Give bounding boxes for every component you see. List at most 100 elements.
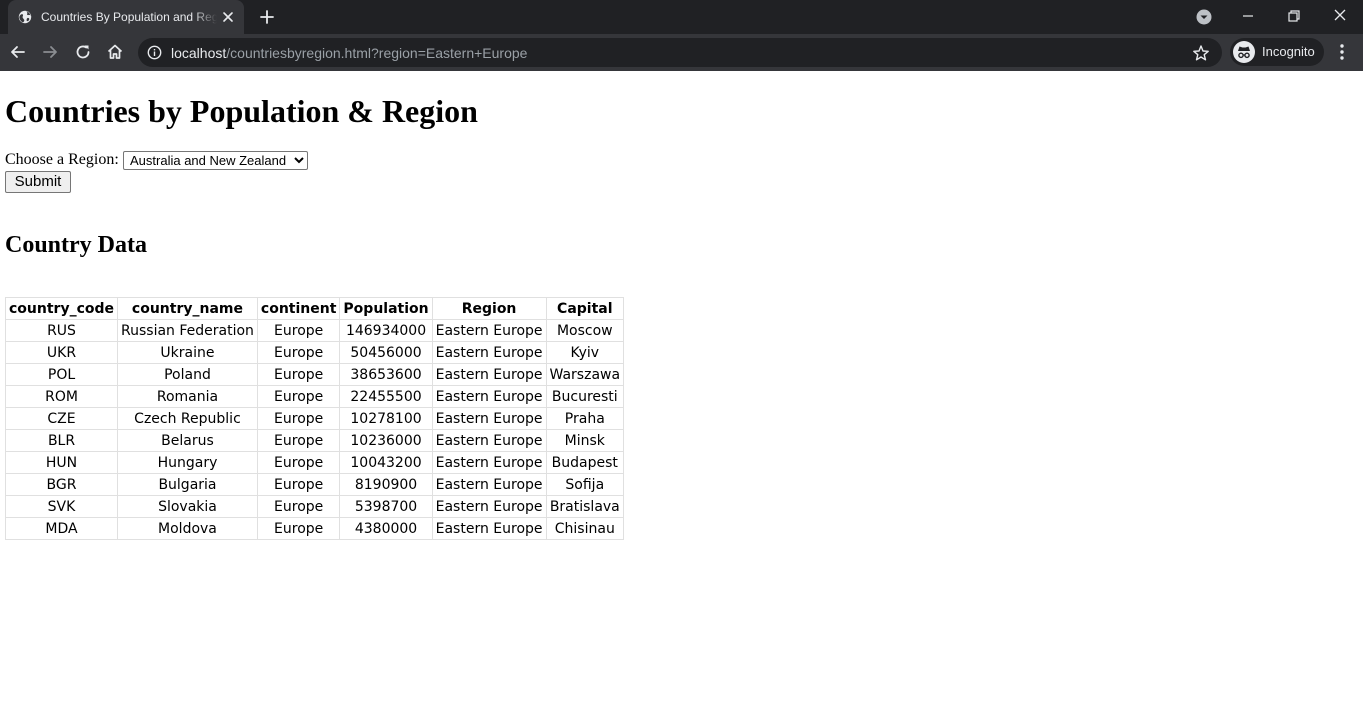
column-header: country_name [117, 297, 258, 320]
table-cell: Hungary [117, 451, 258, 474]
reload-icon[interactable] [73, 42, 93, 62]
table-cell: Russian Federation [117, 319, 258, 342]
table-cell: Warszawa [545, 363, 625, 386]
column-header: Capital [545, 297, 625, 320]
table-row: ROM Romania Europe 22455500 Eastern Europe Bu… [4, 385, 625, 408]
table-row: POL Poland Europe 38653600 Eastern Europe War… [4, 363, 625, 386]
table-cell: 22455500 [339, 385, 433, 408]
table-cell: Eastern Europe [431, 341, 547, 364]
table-cell: Eastern Europe [431, 363, 547, 386]
table-cell: Poland [117, 363, 258, 386]
table-cell: Eastern Europe [431, 385, 547, 408]
arrow-right-icon[interactable] [40, 42, 60, 62]
table-cell: Slovakia [117, 495, 258, 518]
table-cell: SVK [4, 495, 119, 518]
table-cell: 10278100 [339, 407, 433, 430]
info-icon[interactable] [147, 45, 162, 60]
table-cell: Bulgaria [117, 473, 258, 496]
globe-icon [18, 10, 32, 24]
table-cell: 10236000 [339, 429, 433, 452]
table-cell: POL [4, 363, 119, 386]
table-cell: Praha [545, 407, 625, 430]
url-path: /countriesbyregion.html?region=Eastern+E… [226, 45, 528, 61]
table-cell: RUS [4, 319, 119, 342]
table-cell: CZE [4, 407, 119, 430]
country-data-table: country_code country_name continent Popu… [4, 297, 625, 540]
table-row: UKR Ukraine Europe 50456000 Eastern Europe Ky… [4, 341, 625, 364]
region-label: Choose a Region: [5, 151, 119, 168]
table-cell: Ukraine [117, 341, 258, 364]
table-cell: Kyiv [545, 341, 625, 364]
kebab-menu-icon[interactable] [1333, 42, 1351, 62]
table-cell: Bratislava [545, 495, 625, 518]
table-cell: Chisinau [545, 517, 625, 540]
table-header-row: country_code country_name continent Popu… [4, 297, 625, 320]
home-icon[interactable] [105, 42, 125, 62]
browser-toolbar: localhost/countriesbyregion.html?region=… [0, 34, 1363, 71]
browser-tabstrip: Countries By Population and Region [0, 0, 1363, 34]
minimize-icon[interactable] [1238, 6, 1258, 26]
table-row: CZE Czech Republic Europe 10278100 Eastern E… [4, 407, 625, 430]
table-cell: Europe [256, 451, 341, 474]
table-cell: Moldova [117, 517, 258, 540]
table-cell: Eastern Europe [431, 319, 547, 342]
table-cell: BGR [4, 473, 119, 496]
close-icon[interactable] [221, 10, 235, 24]
table-cell: Minsk [545, 429, 625, 452]
table-cell: Eastern Europe [431, 429, 547, 452]
browser-tab[interactable]: Countries By Population and Region [8, 0, 244, 34]
table-row: SVK Slovakia Europe 5398700 Eastern Europe Br… [4, 495, 625, 518]
table-cell: MDA [4, 517, 119, 540]
incognito-label: Incognito [1262, 44, 1315, 59]
plus-icon[interactable] [258, 8, 276, 26]
restore-icon[interactable] [1284, 6, 1304, 26]
incognito-chip[interactable]: Incognito [1230, 38, 1324, 66]
table-cell: Eastern Europe [431, 407, 547, 430]
column-header: continent [256, 297, 341, 320]
table-row: MDA Moldova Europe 4380000 Eastern Europe Chi… [4, 517, 625, 540]
table-row: HUN Hungary Europe 10043200 Eastern Europe Bu… [4, 451, 625, 474]
star-icon[interactable] [1192, 44, 1210, 62]
table-cell: Moscow [545, 319, 625, 342]
table-cell: Bucuresti [545, 385, 625, 408]
table-row: BLR Belarus Europe 10236000 Eastern Europe Mi… [4, 429, 625, 452]
table-cell: 38653600 [339, 363, 433, 386]
column-header: Region [431, 297, 547, 320]
table-cell: Europe [256, 385, 341, 408]
table-cell: Europe [256, 473, 341, 496]
arrow-left-icon[interactable] [8, 42, 28, 62]
page-title: Countries by Population & Region [5, 93, 478, 129]
table-cell: Eastern Europe [431, 517, 547, 540]
table-cell: Europe [256, 407, 341, 430]
table-body: RUS Russian Federation Europe 146934000 East… [4, 319, 625, 540]
table-cell: Europe [256, 495, 341, 518]
table-cell: Europe [256, 319, 341, 342]
window-close-icon[interactable] [1330, 5, 1350, 25]
table-cell: 5398700 [339, 495, 433, 518]
table-cell: Europe [256, 429, 341, 452]
region-select[interactable]: Australia and New Zealand [123, 151, 308, 170]
table-cell: 4380000 [339, 517, 433, 540]
table-cell: 146934000 [339, 319, 433, 342]
incognito-icon [1233, 41, 1255, 63]
table-row: RUS Russian Federation Europe 146934000 East… [4, 319, 625, 342]
table-cell: Europe [256, 341, 341, 364]
table-cell: Europe [256, 363, 341, 386]
table-cell: Eastern Europe [431, 495, 547, 518]
table-cell: Czech Republic [117, 407, 258, 430]
table-cell: Romania [117, 385, 258, 408]
table-cell: HUN [4, 451, 119, 474]
table-row: BGR Bulgaria Europe 8190900 Eastern Europe So… [4, 473, 625, 496]
column-header: Population [339, 297, 433, 320]
tab-title: Countries By Population and Region [41, 9, 217, 25]
url-text[interactable]: localhost/countriesbyregion.html?region=… [171, 44, 527, 62]
table-cell: Belarus [117, 429, 258, 452]
submit-button[interactable]: Submit [5, 171, 71, 193]
table-cell: Budapest [545, 451, 625, 474]
url-host: localhost [171, 45, 227, 61]
table-cell: Eastern Europe [431, 451, 547, 474]
address-bar[interactable]: localhost/countriesbyregion.html?region=… [138, 38, 1222, 67]
column-header: country_code [4, 297, 119, 320]
chevron-down-circle-icon[interactable] [1195, 8, 1213, 26]
section-title: Country Data [5, 232, 147, 258]
